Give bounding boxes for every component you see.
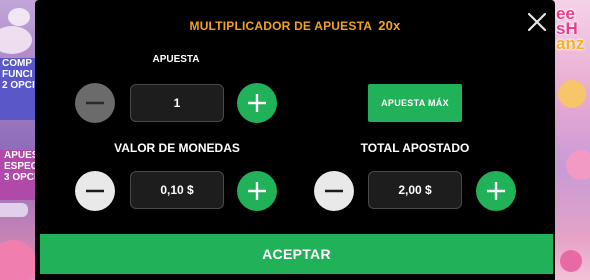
promo-banner-top[interactable]: COMP FUNCI 2 OPCIO	[0, 58, 43, 120]
plus-icon	[248, 182, 266, 200]
coin-value-increase-button[interactable]	[237, 171, 277, 211]
close-button[interactable]	[527, 12, 547, 32]
bet-decrease-button[interactable]	[75, 83, 115, 123]
total-bet-decrease-button[interactable]	[314, 171, 354, 211]
total-bet-field[interactable]: 2,00 $	[368, 171, 462, 209]
total-bet-label: TOTAL APOSTADO	[360, 141, 470, 155]
cloud-decoration	[8, 8, 30, 26]
bet-increase-button[interactable]	[237, 83, 277, 123]
promo-banner-bottom[interactable]: APUEST ESPECIA 3 OPCIO	[0, 150, 48, 200]
bet-value-field[interactable]: 1	[130, 84, 224, 122]
total-bet-increase-button[interactable]	[476, 171, 516, 211]
dialog-title-text: MULTIPLICADOR DE APUESTA	[189, 19, 372, 33]
plus-icon	[248, 94, 266, 112]
candy-decoration	[566, 150, 590, 180]
close-icon	[527, 12, 547, 32]
dialog-title: MULTIPLICADOR DE APUESTA 20x	[35, 18, 555, 33]
minus-icon	[86, 189, 104, 193]
coin-value-label: VALOR DE MONEDAS	[114, 141, 240, 155]
multiplier-value: 20x	[378, 18, 401, 33]
minus-icon	[86, 101, 104, 105]
bet-label: APUESTA	[152, 54, 200, 65]
coin-value-field[interactable]: 0,10 $	[130, 171, 224, 209]
coin-value-decrease-button[interactable]	[75, 171, 115, 211]
plus-icon	[487, 182, 505, 200]
game-title-logo: ee sH anz	[556, 4, 585, 53]
candy-decoration	[560, 250, 582, 272]
promo-button[interactable]	[0, 203, 28, 217]
minus-icon	[325, 189, 343, 193]
candy-decoration	[558, 80, 586, 108]
max-bet-button[interactable]: APUESTA MÁX	[368, 84, 462, 122]
accept-button[interactable]: ACEPTAR	[40, 234, 553, 274]
